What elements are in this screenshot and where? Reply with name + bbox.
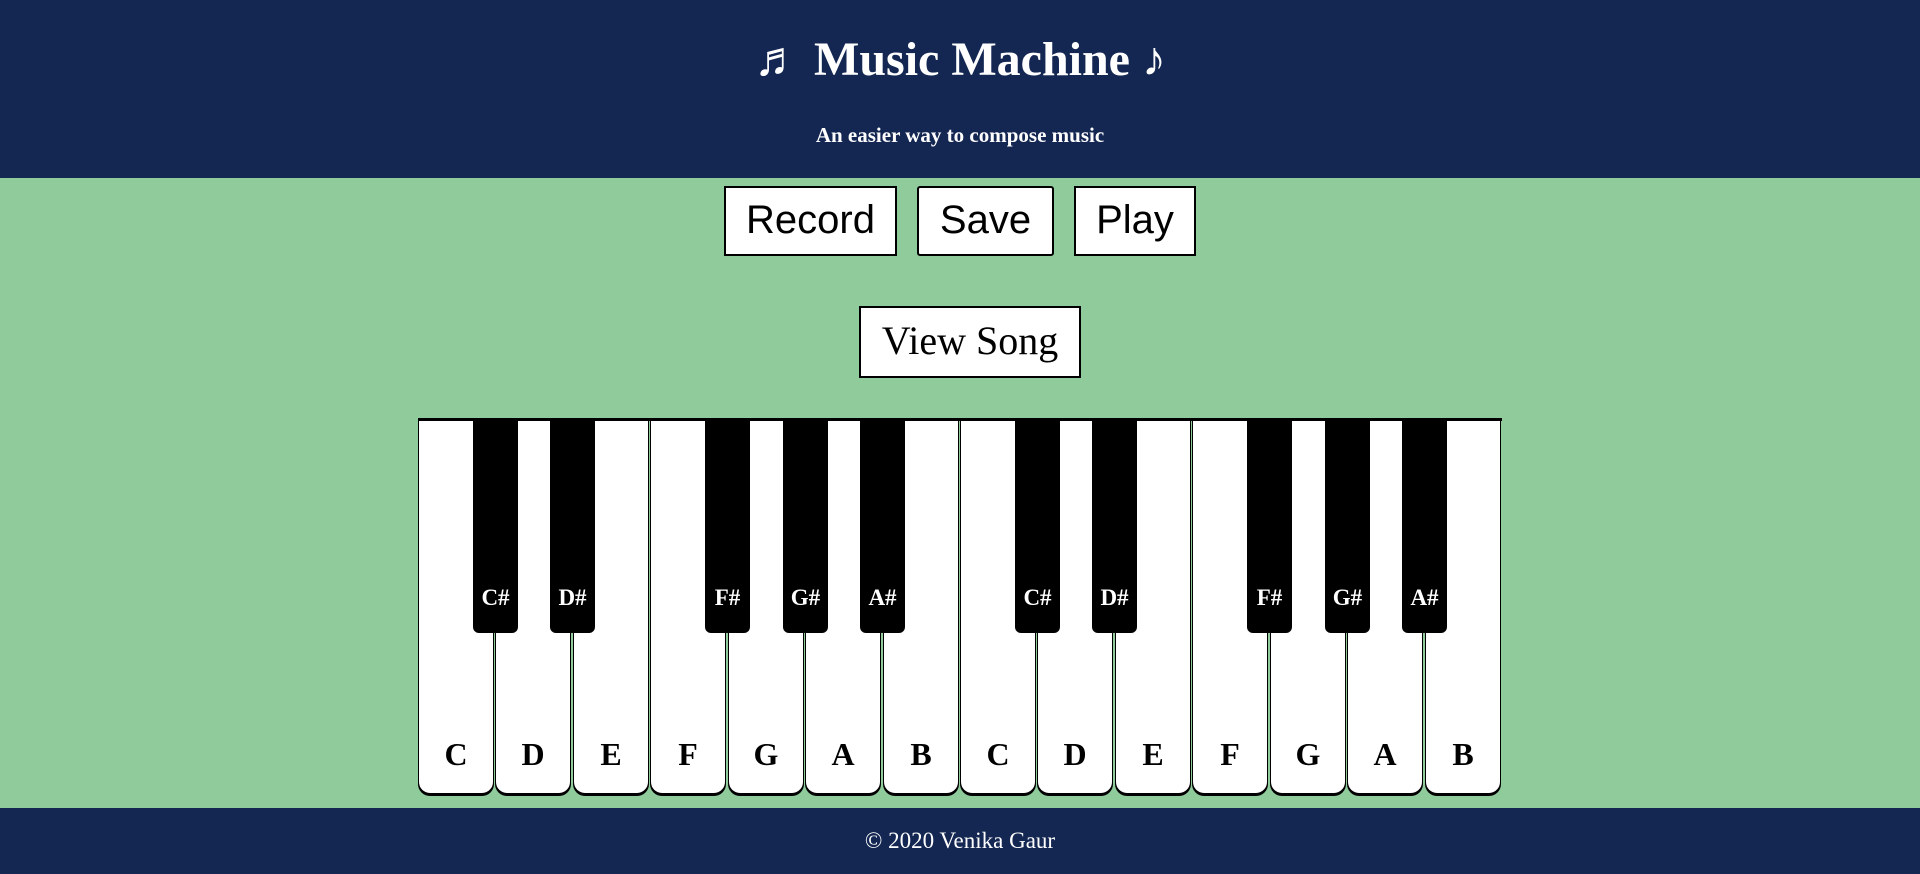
- black-key-label: A#: [1410, 585, 1439, 610]
- black-key-label: G#: [790, 585, 821, 610]
- white-key-label: E: [600, 736, 622, 772]
- white-key-label: D: [1063, 736, 1087, 772]
- white-key-label: F: [1220, 736, 1240, 772]
- white-key-label: A: [831, 736, 855, 772]
- copyright-text: © 2020 Venika Gaur: [864, 828, 1056, 853]
- black-key-label: D#: [1100, 585, 1129, 610]
- black-key[interactable]: C#: [1015, 421, 1060, 633]
- white-key-label: G: [1295, 736, 1321, 772]
- black-key-label: G#: [1332, 585, 1363, 610]
- white-key-label: G: [753, 736, 779, 772]
- white-key-label: D: [521, 736, 545, 772]
- view-song-button[interactable]: View Song: [859, 306, 1081, 378]
- black-key-label: F#: [1256, 585, 1283, 610]
- black-key-label: D#: [558, 585, 587, 610]
- white-key-label: B: [1452, 736, 1474, 772]
- black-key[interactable]: F#: [1247, 421, 1292, 633]
- black-key[interactable]: D#: [550, 421, 595, 633]
- page-footer: © 2020 Venika Gaur: [0, 808, 1920, 874]
- piano-keyboard: C D E F G A B C D E F G A B C# D# F# G# …: [418, 418, 1502, 794]
- white-key-label: C: [986, 736, 1010, 772]
- black-key-label: C#: [1023, 585, 1052, 610]
- black-key[interactable]: G#: [1325, 421, 1370, 633]
- black-key-label: A#: [868, 585, 897, 610]
- record-button[interactable]: Record: [724, 186, 897, 256]
- page-header: ♬ Music Machine ♪ An easier way to compo…: [0, 0, 1920, 178]
- white-key-label: C: [444, 736, 468, 772]
- black-key[interactable]: A#: [860, 421, 905, 633]
- black-key[interactable]: A#: [1402, 421, 1447, 633]
- play-button[interactable]: Play: [1074, 186, 1196, 256]
- page-title: ♬ Music Machine ♪: [754, 33, 1166, 86]
- white-key-label: E: [1142, 736, 1164, 772]
- white-key-label: B: [910, 736, 932, 772]
- black-key-label: C#: [481, 585, 510, 610]
- black-key-label: F#: [714, 585, 741, 610]
- black-key[interactable]: C#: [473, 421, 518, 633]
- black-key[interactable]: F#: [705, 421, 750, 633]
- white-key-label: A: [1373, 736, 1397, 772]
- white-key-label: F: [678, 736, 698, 772]
- black-key[interactable]: G#: [783, 421, 828, 633]
- save-button[interactable]: Save: [917, 186, 1054, 256]
- black-key[interactable]: D#: [1092, 421, 1137, 633]
- page-subtitle: An easier way to compose music: [815, 123, 1105, 147]
